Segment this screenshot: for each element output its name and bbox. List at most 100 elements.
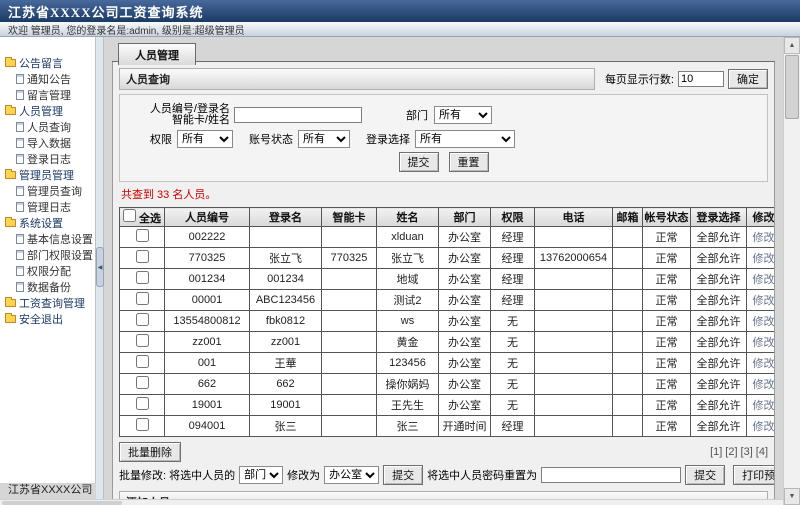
table-row: 001234001234地域办公室经理正常全部允许修改 <box>120 269 776 290</box>
modify-cell: 修改 <box>747 374 776 395</box>
sidebar-collapse-button[interactable]: ◀ <box>96 247 104 287</box>
modify-link[interactable]: 修改 <box>753 337 775 349</box>
scroll-down-icon[interactable]: ▼ <box>784 488 800 505</box>
table-cell: 办公室 <box>439 395 491 416</box>
sidebar-item[interactable]: 工资查询管理 <box>5 295 95 311</box>
row-checkbox[interactable] <box>136 376 149 389</box>
sidebar-item[interactable]: 登录日志 <box>5 151 95 167</box>
table-cell: 001 <box>165 353 250 374</box>
table-cell <box>535 332 613 353</box>
horizontal-scrollbar[interactable] <box>0 499 783 505</box>
modify-cell: 修改 <box>747 290 776 311</box>
sidebar-item-label: 人员查询 <box>27 119 71 135</box>
scrollbar-thumb[interactable] <box>785 55 799 119</box>
modify-link[interactable]: 修改 <box>753 421 775 433</box>
modify-link[interactable]: 修改 <box>753 253 775 265</box>
modify-link[interactable]: 修改 <box>753 232 775 244</box>
scroll-up-icon[interactable]: ▲ <box>784 37 800 54</box>
table-cell <box>535 269 613 290</box>
dept-select[interactable]: 所有 <box>434 106 492 124</box>
sidebar-item[interactable]: 管理日志 <box>5 199 95 215</box>
table-cell: 002222 <box>165 227 250 248</box>
batch-delete-button[interactable]: 批量删除 <box>119 442 181 462</box>
modify-link[interactable]: 修改 <box>753 316 775 328</box>
sidebar-item[interactable]: 管理员查询 <box>5 183 95 199</box>
table-cell <box>322 353 377 374</box>
page-link[interactable]: [3] <box>741 446 753 458</box>
row-checkbox[interactable] <box>136 397 149 410</box>
sidebar-item-label: 基本信息设置 <box>27 231 93 247</box>
sidebar-item[interactable]: 权限分配 <box>5 263 95 279</box>
sidebar-item[interactable]: 通知公告 <box>5 71 95 87</box>
table-row: 094001张三张三开通时间经理正常全部允许修改 <box>120 416 776 437</box>
table-cell: 正常 <box>643 353 691 374</box>
table-cell: 无 <box>491 332 535 353</box>
sidebar-item[interactable]: 导入数据 <box>5 135 95 151</box>
row-checkbox[interactable] <box>136 355 149 368</box>
tab-personnel-management[interactable]: 人员管理 <box>118 43 196 65</box>
per-page-label: 每页显示行数: <box>605 71 674 87</box>
priv-select[interactable]: 所有 <box>177 130 233 148</box>
table-cell: 王華 <box>250 353 322 374</box>
sidebar-item[interactable]: 基本信息设置 <box>5 231 95 247</box>
table-cell: 张三 <box>250 416 322 437</box>
table-cell: 地域 <box>377 269 439 290</box>
search-submit-button[interactable]: 提交 <box>399 152 439 172</box>
table-row: zz001zz001黄金办公室无正常全部允许修改 <box>120 332 776 353</box>
sidebar-item[interactable]: 部门权限设置 <box>5 247 95 263</box>
page-link[interactable]: [4] <box>756 446 768 458</box>
row-checkbox[interactable] <box>136 313 149 326</box>
table-cell <box>613 353 643 374</box>
modify-cell: 修改 <box>747 269 776 290</box>
column-header: 电话 <box>535 208 613 227</box>
per-page-input[interactable] <box>678 71 724 87</box>
page-link[interactable]: [1] <box>710 446 722 458</box>
sidebar-item[interactable]: 公告留言 <box>5 55 95 71</box>
column-header: 部门 <box>439 208 491 227</box>
batch-modify-submit-button[interactable]: 提交 <box>383 465 423 485</box>
person-search-input[interactable] <box>234 107 362 123</box>
horizontal-scrollbar-thumb[interactable] <box>2 501 122 505</box>
sidebar-item[interactable]: 管理员管理 <box>5 167 95 183</box>
row-checkbox[interactable] <box>136 418 149 431</box>
table-row: 662662操你娲妈办公室无正常全部允许修改 <box>120 374 776 395</box>
modify-link[interactable]: 修改 <box>753 400 775 412</box>
modify-link[interactable]: 修改 <box>753 358 775 370</box>
page-link[interactable]: [2] <box>725 446 737 458</box>
row-checkbox[interactable] <box>136 271 149 284</box>
table-cell: zz001 <box>165 332 250 353</box>
modify-link[interactable]: 修改 <box>753 274 775 286</box>
sidebar-item[interactable]: 安全退出 <box>5 311 95 327</box>
row-checkbox[interactable] <box>136 334 149 347</box>
reset-password-input[interactable] <box>541 467 681 483</box>
sidebar-item[interactable]: 系统设置 <box>5 215 95 231</box>
row-checkbox[interactable] <box>136 292 149 305</box>
row-checkbox[interactable] <box>136 229 149 242</box>
table-row: 00001ABC123456测试2办公室经理正常全部允许修改 <box>120 290 776 311</box>
per-page-confirm-button[interactable]: 确定 <box>728 69 768 89</box>
sidebar-item[interactable]: 人员管理 <box>5 103 95 119</box>
modify-link[interactable]: 修改 <box>753 295 775 307</box>
row-checkbox[interactable] <box>136 250 149 263</box>
sidebar-item[interactable]: 留言管理 <box>5 87 95 103</box>
modify-link[interactable]: 修改 <box>753 379 775 391</box>
app-titlebar: 江苏省XXXX公司工资查询系统 <box>0 0 800 22</box>
batch-target-select[interactable]: 办公室 <box>324 466 379 484</box>
print-preview-button[interactable]: 打印预览 <box>733 465 775 485</box>
login-choice-select[interactable]: 所有 <box>415 130 515 148</box>
document-icon <box>16 74 24 84</box>
batch-field-select[interactable]: 部门 <box>239 466 283 484</box>
vertical-scrollbar[interactable]: ▲ ▼ <box>783 37 800 505</box>
account-status-select[interactable]: 所有 <box>298 130 350 148</box>
select-all-checkbox[interactable] <box>123 209 136 222</box>
table-cell: zz001 <box>250 332 322 353</box>
sidebar-item[interactable]: 数据备份 <box>5 279 95 295</box>
result-count-text: 共查到 33 名人员。 <box>121 186 766 202</box>
pagination: [1][2] [3][4] <box>707 446 768 458</box>
reset-password-submit-button[interactable]: 提交 <box>685 465 725 485</box>
sidebar-item[interactable]: 人员查询 <box>5 119 95 135</box>
table-cell: 正常 <box>643 227 691 248</box>
table-cell: 662 <box>250 374 322 395</box>
search-reset-button[interactable]: 重置 <box>449 152 489 172</box>
table-cell: 经理 <box>491 269 535 290</box>
